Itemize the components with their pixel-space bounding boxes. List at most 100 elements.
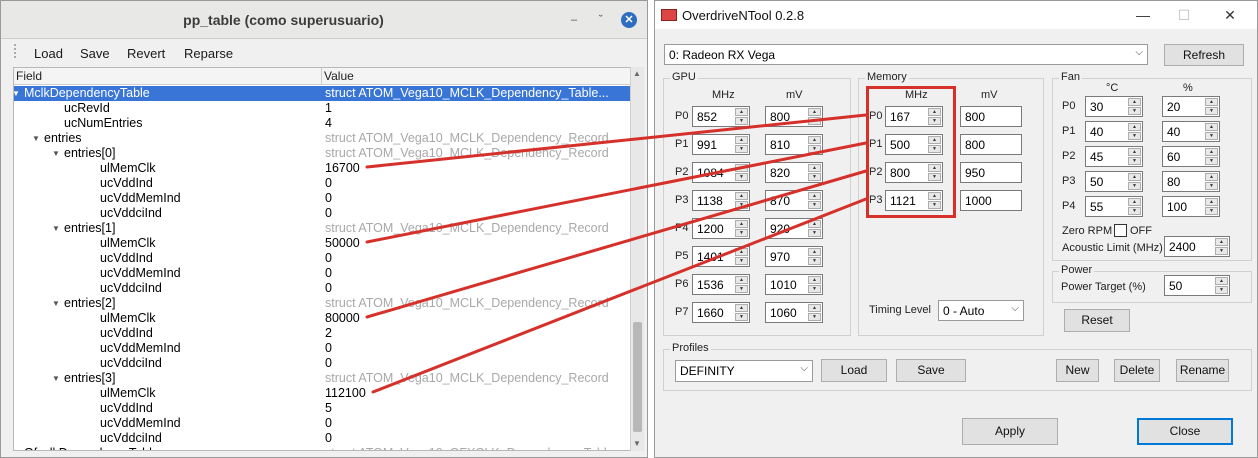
vertical-scrollbar[interactable]: ▲ ▼ (630, 67, 644, 451)
fan-percent-spin-value[interactable]: 80 (1167, 175, 1180, 189)
gpu-mv-spin-value[interactable]: 1060 (770, 306, 797, 320)
tree-row[interactable]: ucVddMemInd 0 (14, 191, 630, 206)
gpu-mv-spin[interactable]: 810 ▲ ▼ (765, 134, 823, 155)
tree-row[interactable]: ulMemClk 80000 (14, 311, 630, 326)
arrow-up-icon[interactable]: ▲ (735, 248, 748, 256)
gpu-mhz-spin-value[interactable]: 1536 (697, 278, 724, 292)
fan-temp-spin-value[interactable]: 45 (1090, 150, 1103, 164)
spin-arrows[interactable]: ▲ ▼ (1128, 123, 1141, 140)
tree-value[interactable]: 16700 (325, 161, 360, 176)
spin-arrows[interactable]: ▲ ▼ (735, 192, 748, 209)
arrow-down-icon[interactable]: ▼ (808, 173, 821, 181)
spin-arrows[interactable]: ▲ ▼ (1205, 123, 1218, 140)
expand-arrow-icon[interactable]: ▼ (32, 131, 40, 146)
spin-arrows[interactable]: ▲ ▼ (808, 248, 821, 265)
memory-mv-value[interactable]: 950 (965, 166, 985, 180)
maximize-button[interactable]: ☐ (1173, 5, 1195, 25)
arrow-down-icon[interactable]: ▼ (735, 285, 748, 293)
arrow-down-icon[interactable]: ▼ (1205, 107, 1218, 115)
arrow-down-icon[interactable]: ▼ (1205, 182, 1218, 190)
gpu-mhz-spin[interactable]: 1200 ▲ ▼ (692, 218, 750, 239)
profile-select[interactable]: DEFINITY ⌵ (675, 360, 813, 382)
arrow-down-icon[interactable]: ▼ (735, 313, 748, 321)
tree-row[interactable]: ucVddciInd 0 (14, 431, 630, 446)
arrow-down-icon[interactable]: ▼ (808, 117, 821, 125)
arrow-down-icon[interactable]: ▼ (735, 145, 748, 153)
close-button[interactable]: ✕ (621, 12, 637, 28)
tree-value[interactable]: 50000 (325, 236, 360, 251)
arrow-up-icon[interactable]: ▲ (1128, 148, 1141, 156)
arrow-up-icon[interactable]: ▲ (1205, 98, 1218, 106)
arrow-up-icon[interactable]: ▲ (735, 164, 748, 172)
spin-arrows[interactable]: ▲ ▼ (735, 164, 748, 181)
gpu-mhz-spin-value[interactable]: 1138 (697, 194, 723, 208)
tree-row[interactable]: ▼ entries[0] struct ATOM_Vega10_MCLK_Depen… (14, 146, 630, 161)
tree-row[interactable]: ulMemClk 16700 (14, 161, 630, 176)
gpu-mhz-spin[interactable]: 991 ▲ ▼ (692, 134, 750, 155)
tree-row[interactable]: ▶ GfxclkDependencyTable struct ATOM_Vega10… (14, 446, 630, 450)
minimize-button[interactable]: — (1132, 5, 1154, 25)
left-titlebar[interactable]: pp_table (como superusuario) – ˘ ✕ (1, 1, 647, 39)
spin-arrows[interactable]: ▲ ▼ (1205, 148, 1218, 165)
arrow-down-icon[interactable]: ▼ (808, 229, 821, 237)
spin-arrows[interactable]: ▲ ▼ (735, 248, 748, 265)
arrow-down-icon[interactable]: ▼ (808, 285, 821, 293)
arrow-up-icon[interactable]: ▲ (808, 108, 821, 116)
gpu-mhz-spin-value[interactable]: 991 (697, 138, 717, 152)
spin-arrows[interactable]: ▲ ▼ (1205, 198, 1218, 215)
tree-value[interactable]: 0 (325, 176, 332, 191)
tree-row[interactable]: ucVddciInd 0 (14, 356, 630, 371)
tree-row[interactable]: ucVddciInd 0 (14, 281, 630, 296)
column-field[interactable]: Field (16, 69, 42, 83)
tree-value[interactable]: 0 (325, 341, 332, 356)
refresh-button[interactable]: Refresh (1164, 44, 1244, 66)
arrow-up-icon[interactable]: ▲ (1205, 123, 1218, 131)
arrow-down-icon[interactable]: ▼ (1215, 247, 1228, 255)
gpu-mhz-spin[interactable]: 1401 ▲ ▼ (692, 246, 750, 267)
arrow-up-icon[interactable]: ▲ (1128, 173, 1141, 181)
arrow-up-icon[interactable]: ▲ (808, 192, 821, 200)
tree-value[interactable]: 0 (325, 431, 332, 446)
tree-value[interactable]: 0 (325, 416, 332, 431)
memory-mv-value[interactable]: 1000 (965, 194, 992, 208)
arrow-up-icon[interactable]: ▲ (735, 136, 748, 144)
expand-arrow-icon[interactable]: ▼ (52, 296, 60, 311)
fan-temp-spin-value[interactable]: 40 (1090, 125, 1103, 139)
apply-button[interactable]: Apply (962, 418, 1058, 445)
memory-mv-field[interactable]: 950 (960, 162, 1022, 183)
spin-arrows[interactable]: ▲ ▼ (1205, 173, 1218, 190)
zero-rpm-checkbox[interactable] (1114, 224, 1127, 237)
gpu-mhz-spin[interactable]: 1084 ▲ ▼ (692, 162, 750, 183)
spin-arrows[interactable]: ▲ ▼ (808, 276, 821, 293)
tree-row[interactable]: ucVddInd 5 (14, 401, 630, 416)
minimize-button[interactable]: – (566, 12, 582, 28)
expand-arrow-icon[interactable]: ▼ (52, 146, 60, 161)
menu-load[interactable]: Load (34, 46, 63, 61)
arrow-down-icon[interactable]: ▼ (735, 117, 748, 125)
restore-button[interactable]: ˘ (593, 12, 609, 28)
arrow-down-icon[interactable]: ▼ (808, 145, 821, 153)
expand-arrow-icon[interactable]: ▼ (52, 371, 60, 386)
spin-arrows[interactable]: ▲ ▼ (735, 220, 748, 237)
spin-arrows[interactable]: ▲ ▼ (1128, 198, 1141, 215)
gpu-mhz-spin-value[interactable]: 1660 (697, 306, 724, 320)
acoustic-limit-value[interactable]: 2400 (1169, 240, 1196, 254)
arrow-down-icon[interactable]: ▼ (1205, 157, 1218, 165)
arrow-up-icon[interactable]: ▲ (735, 304, 748, 312)
expand-arrow-icon[interactable]: ▼ (52, 221, 60, 236)
arrow-up-icon[interactable]: ▲ (1215, 238, 1228, 246)
memory-mv-value[interactable]: 800 (965, 110, 985, 124)
gpu-mhz-spin[interactable]: 852 ▲ ▼ (692, 106, 750, 127)
arrow-up-icon[interactable]: ▲ (1128, 123, 1141, 131)
spin-arrows[interactable]: ▲ ▼ (1205, 98, 1218, 115)
arrow-up-icon[interactable]: ▲ (735, 192, 748, 200)
tree-value[interactable]: 5 (325, 401, 332, 416)
tree-value[interactable]: 0 (325, 356, 332, 371)
power-target-spin[interactable]: 50 ▲ ▼ (1164, 275, 1230, 296)
column-divider[interactable] (321, 68, 322, 85)
gpu-mv-spin-value[interactable]: 810 (770, 138, 790, 152)
spin-arrows[interactable]: ▲ ▼ (808, 304, 821, 321)
memory-mv-value[interactable]: 800 (965, 138, 985, 152)
profile-delete-button[interactable]: Delete (1114, 359, 1160, 382)
arrow-down-icon[interactable]: ▼ (735, 201, 748, 209)
